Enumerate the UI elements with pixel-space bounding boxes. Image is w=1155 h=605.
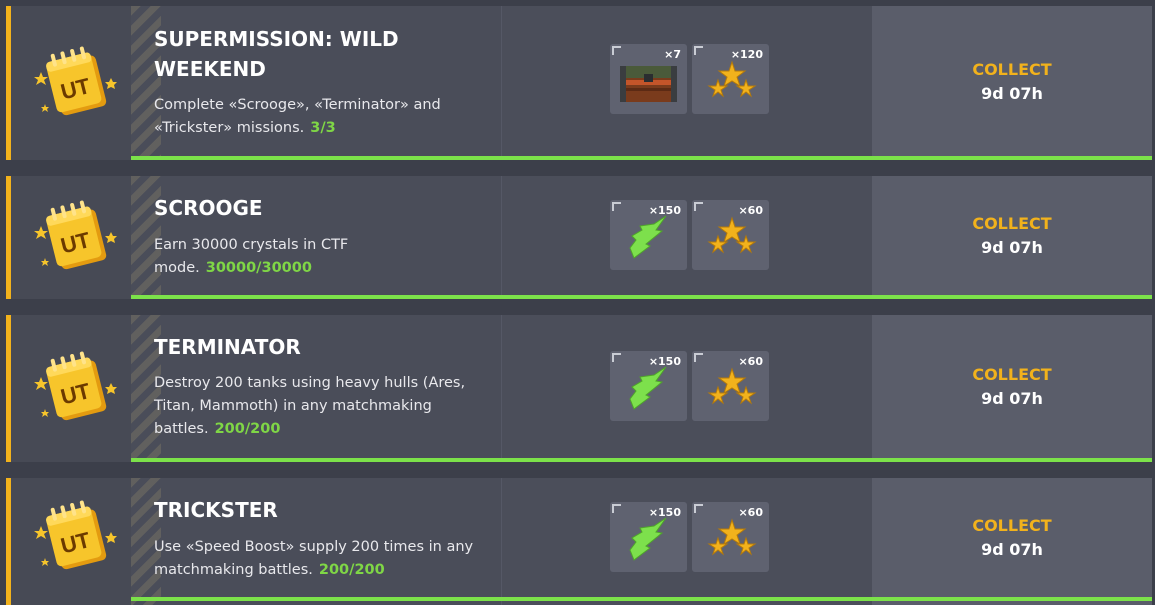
mission-title: TERMINATOR [154, 335, 301, 359]
reward-slot[interactable]: ×60 [692, 200, 769, 270]
ut-calendar-icon: UT [34, 500, 117, 570]
collect-area[interactable]: COLLECT 9d 07h [872, 6, 1152, 160]
collect-area[interactable]: COLLECT 9d 07h [872, 176, 1152, 299]
collect-area[interactable]: COLLECT 9d 07h [872, 315, 1152, 462]
rewards-area: ×7 ×120 [501, 6, 872, 160]
ut-calendar-icon: UT [34, 351, 117, 421]
time-remaining: 9d 07h [981, 540, 1043, 559]
mission-card-scrooge: UT SCROOGE Earn 30000 crystals in CTF mo… [6, 176, 1152, 299]
mission-description: Use «Speed Boost» supply 200 times in an… [154, 539, 474, 578]
mission-icon-area: UT [11, 6, 131, 160]
reward-slot[interactable]: ×150 [610, 502, 687, 572]
mission-progress-text: 200/200 [214, 421, 281, 437]
mission-progress-bar [131, 597, 1152, 601]
reward-slot[interactable]: ×60 [692, 502, 769, 572]
time-remaining: 9d 07h [981, 84, 1043, 103]
mission-title: TRICKSTER [154, 498, 278, 522]
mission-description: Destroy 200 tanks using heavy hulls (Are… [154, 375, 466, 437]
stars-icon [707, 367, 757, 405]
reward-slot[interactable]: ×7 [610, 44, 687, 114]
mission-description: Earn 30000 crystals in CTF mode. 30000/30… [154, 237, 349, 276]
mission-progress-bar [131, 295, 1152, 299]
ut-calendar-icon: UT [34, 200, 117, 270]
collect-area[interactable]: COLLECT 9d 07h [872, 478, 1152, 605]
rewards-area: ×150 ×60 [501, 176, 872, 299]
mission-progress-bar [131, 458, 1152, 462]
mission-icon-area: UT [11, 478, 131, 605]
mission-icon-area: UT [11, 176, 131, 299]
crystal-icon [629, 366, 667, 410]
container-chest-icon [620, 66, 677, 102]
collect-button[interactable]: COLLECT [872, 214, 1152, 233]
reward-slot[interactable]: ×120 [692, 44, 769, 114]
reward-slot[interactable]: ×150 [610, 200, 687, 270]
mission-progress-text: 30000/30000 [205, 260, 312, 276]
collect-button[interactable]: COLLECT [872, 365, 1152, 384]
rewards-area: ×150 ×60 [501, 478, 872, 605]
mission-progress-bar [131, 156, 1152, 160]
mission-progress-text: 3/3 [310, 120, 336, 136]
mission-icon-area: UT [11, 315, 131, 462]
mission-title: SUPERMISSION: WILD WEEKEND [154, 27, 399, 81]
mission-card-trickster: UT TRICKSTER Use «Speed Boost» supply 20… [6, 478, 1152, 605]
ut-calendar-icon: UT [34, 46, 117, 116]
mission-card-terminator: UT TERMINATOR Destroy 200 tanks using he… [6, 315, 1152, 462]
stars-icon [707, 518, 757, 556]
mission-card-supermission: UT SUPERMISSION: WILD WEEKEND Complete «… [6, 6, 1152, 160]
reward-slot[interactable]: ×60 [692, 351, 769, 421]
time-remaining: 9d 07h [981, 238, 1043, 257]
rewards-area: ×150 ×60 [501, 315, 872, 462]
mission-title: SCROOGE [154, 196, 263, 220]
crystal-icon [629, 215, 667, 259]
time-remaining: 9d 07h [981, 389, 1043, 408]
reward-slot[interactable]: ×150 [610, 351, 687, 421]
mission-description: Complete «Scrooge», «Terminator» and «Tr… [154, 97, 441, 136]
stars-icon [707, 60, 757, 98]
crystal-icon [629, 517, 667, 561]
mission-progress-text: 200/200 [318, 562, 385, 578]
stars-icon [707, 216, 757, 254]
collect-button[interactable]: COLLECT [872, 60, 1152, 79]
collect-button[interactable]: COLLECT [872, 516, 1152, 535]
